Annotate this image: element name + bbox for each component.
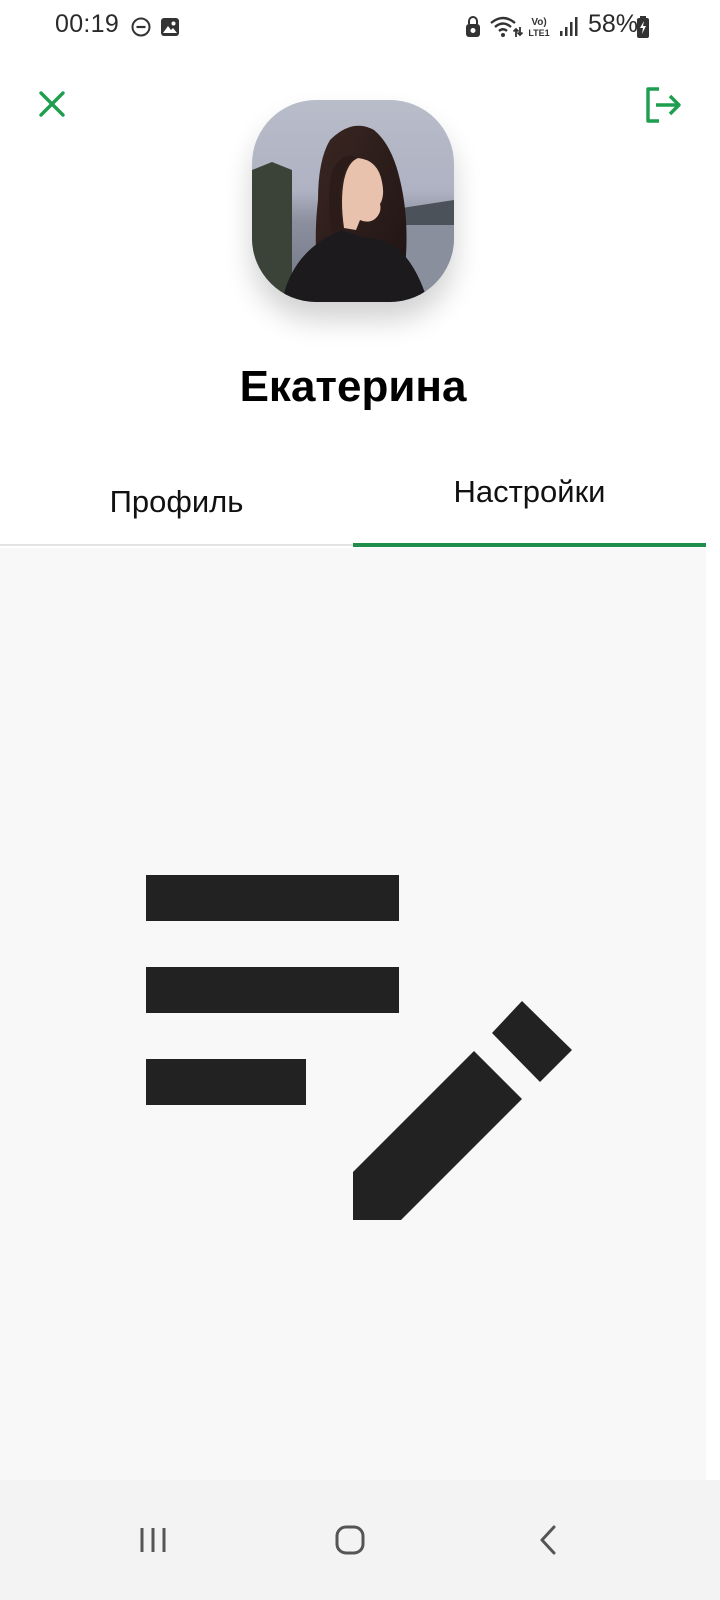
tab-settings-label: Настройки — [453, 474, 606, 509]
screen: 00:19 Vo) LTE1 58% Екатерина Профиль Нас… — [0, 0, 720, 1600]
user-photo — [252, 100, 454, 302]
status-bar: 00:19 Vo) LTE1 58% — [0, 0, 720, 54]
wifi-icon — [488, 14, 524, 40]
tab-settings[interactable]: Настройки — [353, 452, 706, 548]
svg-text:Vo): Vo) — [531, 17, 546, 28]
tab-bar: Профиль Настройки — [0, 452, 706, 548]
do-not-disturb-icon — [128, 14, 154, 40]
recents-button[interactable] — [121, 1508, 185, 1572]
recents-icon — [140, 1528, 166, 1552]
back-icon — [540, 1525, 556, 1555]
battery-percent: 58% — [588, 10, 639, 38]
gallery-icon — [157, 14, 183, 40]
profile-name: Екатерина — [239, 362, 467, 411]
tab-selected-indicator — [353, 543, 706, 547]
close-icon — [39, 91, 65, 117]
home-icon — [335, 1525, 365, 1555]
navigation-bar — [0, 1480, 720, 1600]
avatar[interactable] — [252, 100, 454, 302]
close-button[interactable] — [30, 82, 74, 126]
back-button[interactable] — [516, 1508, 580, 1572]
home-button[interactable] — [318, 1508, 382, 1572]
tab-profile[interactable]: Профиль — [0, 452, 353, 548]
svg-text:LTE1: LTE1 — [528, 28, 549, 38]
battery-icon — [634, 14, 652, 40]
signal-icon — [558, 14, 580, 40]
logout-icon — [646, 87, 681, 123]
logout-button[interactable] — [638, 80, 688, 130]
tab-profile-label: Профиль — [109, 484, 244, 519]
status-time: 00:19 — [55, 10, 120, 38]
edit-notes-icon — [146, 875, 572, 1220]
lock-icon — [460, 14, 486, 40]
volte-icon: Vo) LTE1 — [524, 14, 554, 40]
